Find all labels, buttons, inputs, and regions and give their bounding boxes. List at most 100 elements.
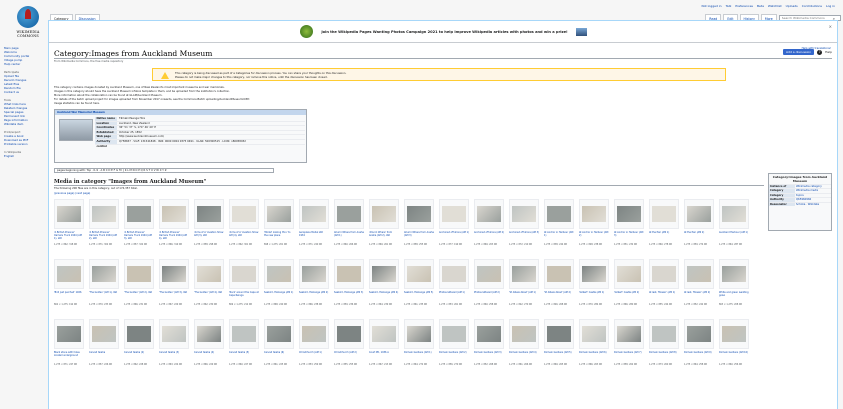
gallery-caption[interactable]: Seabird, Hokianga (AM 1): [264, 291, 294, 303]
gallery-item[interactable]: 'Model' looking thru' to the new plane 89…: [264, 199, 294, 255]
gallery-item[interactable]: 'A British Prisoner' Oamaru Truck 1944 (…: [159, 199, 189, 255]
gallery-item[interactable]: Ahuriri Whare from Anaha (AM 3) 1,275 × 8…: [404, 199, 434, 255]
gallery-item[interactable]: Ahuriri Whare from Anaha (AM 1) 1,275 × 8…: [334, 199, 364, 255]
gallery-item[interactable]: Domain Gardens (AM 7) 1,275 × 858; 262 KB: [614, 319, 644, 375]
gallery-item[interactable]: Domain Gardens (AM 4) 1,275 × 861; 266 KB: [509, 319, 539, 375]
gallery-thumbnail[interactable]: [509, 259, 539, 289]
gallery-item[interactable]: Anchored off shore (AM 1) 1,275 × 877; 19…: [439, 199, 469, 255]
gallery-thumbnail[interactable]: [124, 259, 154, 289]
gallery-caption[interactable]: White and green wedding gown: [719, 291, 749, 303]
gallery-caption[interactable]: Ahuriri Whare from Anaha (AM 1): [334, 231, 364, 243]
sidebar-item-wikidata-item[interactable]: Wikidata item: [4, 122, 44, 126]
gallery-caption[interactable]: Christchurch (AM 1): [299, 351, 329, 363]
gallery-caption[interactable]: Seabird, Hokianga (AM 5): [404, 291, 434, 303]
gallery-thumbnail[interactable]: [299, 319, 329, 349]
gallery-thumbnail[interactable]: [89, 259, 119, 289]
catbox-value[interactable]: Scholia · Wikidata: [795, 203, 819, 206]
personal-link[interactable]: Contributions: [802, 4, 822, 8]
help-link[interactable]: Help: [825, 50, 832, 54]
gallery-item[interactable]: Domain Gardens (AM 8) 1,275 × 873; 260 KB: [649, 319, 679, 375]
gallery-caption[interactable]: Court PD, 1936 A: [369, 351, 399, 363]
gallery-item[interactable]: Domain Gardens (AM 3) 1,275 × 852; 268 KB: [474, 319, 504, 375]
gallery-caption[interactable]: Seabird, Hokianga (AM 2): [299, 291, 329, 303]
gallery-caption[interactable]: 'A British Prisoner' Oamaru Truck 1944 (…: [124, 231, 154, 243]
gallery-thumbnail[interactable]: [264, 199, 294, 229]
gallery-thumbnail[interactable]: [159, 319, 189, 349]
gallery-thumbnail[interactable]: [264, 259, 294, 289]
gallery-caption[interactable]: At Anchor in Harbour (AM 3): [614, 231, 644, 243]
gallery-thumbnail[interactable]: [54, 319, 84, 349]
gallery-caption[interactable]: 'Model' looking thru' to the new plane: [264, 231, 294, 243]
gallery-item[interactable]: 'St Albans Road' (AM 2) 1,275 × 846; 268 …: [544, 259, 574, 315]
gallery-caption[interactable]: Christchurch (AM 2): [334, 351, 364, 363]
personal-link[interactable]: Watchlist: [768, 4, 782, 8]
gallery-caption[interactable]: Photos lettered (AM 1): [439, 291, 469, 303]
gallery-caption[interactable]: Domain Gardens (AM 4): [509, 351, 539, 363]
gallery-caption[interactable]: Domain Gardens (AM 3): [474, 351, 504, 363]
gallery-thumbnail[interactable]: [684, 199, 714, 229]
gallery-caption[interactable]: 'The Golden' (AM 4), IAD: [194, 291, 224, 303]
gallery-item[interactable]: 'Gilbert' Castle (AM 2) 1,275 × 866; 280 …: [614, 259, 644, 315]
catbox-value[interactable]: Wikimedia category: [795, 185, 822, 188]
personal-link[interactable]: Talk: [726, 4, 732, 8]
gallery-caption[interactable]: 'Gilbert' Castle (AM 2): [614, 291, 644, 303]
gallery-item[interactable]: Black stone with holes located undergrou…: [54, 319, 84, 375]
gallery-thumbnail[interactable]: [579, 319, 609, 349]
gallery-item[interactable]: Carved taiaha (2) 1,275 × 862; 228 KB: [124, 319, 154, 375]
wikimedia-commons-logo[interactable]: WIKIMEDIA COMMONS: [11, 6, 45, 42]
gallery-item[interactable]: At Anchor in Harbour (AM 2) 1,275 × 848; …: [579, 199, 609, 255]
gallery-caption[interactable]: Carved taiaha (5): [229, 351, 259, 363]
gallery-thumbnail[interactable]: [159, 199, 189, 229]
gallery-thumbnail[interactable]: [719, 199, 749, 229]
gallery-item[interactable]: Seabird, Hokianga (AM 3) 1,275 × 859; 236…: [334, 259, 364, 315]
gallery-item[interactable]: 'A British Prisoner' Oamaru Truck 1944 (…: [89, 199, 119, 255]
personal-link[interactable]: Preferences: [735, 4, 753, 8]
gallery-item[interactable]: 'Bird just perched' 1926 862 × 1,275; 192…: [54, 259, 84, 315]
gallery-item[interactable]: At Anchor in Harbour (AM 1) 1,275 × 838; …: [544, 199, 574, 255]
gallery-thumbnail[interactable]: [159, 259, 189, 289]
sidebar-item-help-center[interactable]: Help center: [4, 62, 44, 66]
gallery-thumbnail[interactable]: [54, 199, 84, 229]
gallery-item[interactable]: Domain Gardens (AM 6) 1,275 × 866; 263 KB: [579, 319, 609, 375]
gallery-caption[interactable]: Auckland Harbour (AM 1): [719, 231, 749, 243]
gallery-item[interactable]: At the Pier (AM 1) 1,275 × 860; 278 KB: [649, 199, 679, 255]
gallery-item[interactable]: Photos lettered (AM 1) 1,275 × 853; 261 K…: [439, 259, 469, 315]
gallery-thumbnail[interactable]: [684, 319, 714, 349]
gallery-caption[interactable]: 'Gilbert' Castle (AM 1): [579, 291, 609, 303]
gallery-thumbnail[interactable]: [369, 199, 399, 229]
gallery-thumbnail[interactable]: [229, 259, 259, 289]
museum-photo[interactable]: [59, 119, 93, 141]
gallery-item[interactable]: Christchurch (AM 1) 1,275 × 853; 259 KB: [299, 319, 329, 375]
gallery-item[interactable]: Photos lettered (AM 2) 1,275 × 860; 258 K…: [474, 259, 504, 315]
gallery-item[interactable]: Auckland Harbour (AM 1) 1,275 × 864; 287 …: [719, 199, 749, 255]
gallery-item[interactable]: Domain Gardens (AM 1) 1,275 × 864; 272 KB: [404, 319, 434, 375]
personal-link[interactable]: Uploads: [786, 4, 798, 8]
gallery-thumbnail[interactable]: [544, 319, 574, 349]
gallery-item[interactable]: 'Rock' around the Cape at Cape Reinga 869…: [229, 259, 259, 315]
gallery-thumbnail[interactable]: [649, 319, 679, 349]
pagination-links[interactable]: (previous page) (next page): [54, 192, 90, 195]
add-discussion-button[interactable]: Add a discussion: [783, 49, 815, 55]
gallery-item[interactable]: Carved taiaha (3) 1,275 × 863; 224 KB: [159, 319, 189, 375]
gallery-thumbnail[interactable]: [439, 199, 469, 229]
gallery-item[interactable]: White and green wedding gown 863 × 1,275;…: [719, 259, 749, 315]
gallery-thumbnail[interactable]: [579, 259, 609, 289]
gallery-thumbnail[interactable]: [439, 319, 469, 349]
gallery-thumbnail[interactable]: [124, 199, 154, 229]
gallery-caption[interactable]: 'The Golden' (AM 1), IAD: [89, 291, 119, 303]
gallery-thumbnail[interactable]: [684, 259, 714, 289]
gallery-item[interactable]: At Anchor in Harbour (AM 3) 1,275 × 851; …: [614, 199, 644, 255]
personal-link[interactable]: Log in: [826, 4, 835, 8]
gallery-caption[interactable]: At last, 'Mosaic' (AM 2): [684, 291, 714, 303]
gallery-item[interactable]: 'The Golden' (AM 3), IAD 1,275 × 867; 229…: [159, 259, 189, 315]
sidebar-item-printable[interactable]: Printable version: [4, 142, 44, 146]
gallery-thumbnail[interactable]: [474, 259, 504, 289]
gallery-thumbnail[interactable]: [404, 259, 434, 289]
gallery-caption[interactable]: 'A British Prisoner' Oamaru Truck 1944 (…: [89, 231, 119, 243]
gallery-thumbnail[interactable]: [194, 319, 224, 349]
gallery-caption[interactable]: Carved taiaha (6): [264, 351, 294, 363]
infobox-value[interactable]: http://www.aucklandmuseum.com/: [117, 135, 164, 139]
gallery-caption[interactable]: At the Pier (AM 2): [684, 231, 714, 243]
gallery-caption[interactable]: 'Rock' around the Cape at Cape Reinga: [229, 291, 259, 303]
gallery-caption[interactable]: Domain Gardens (AM 5): [544, 351, 574, 363]
